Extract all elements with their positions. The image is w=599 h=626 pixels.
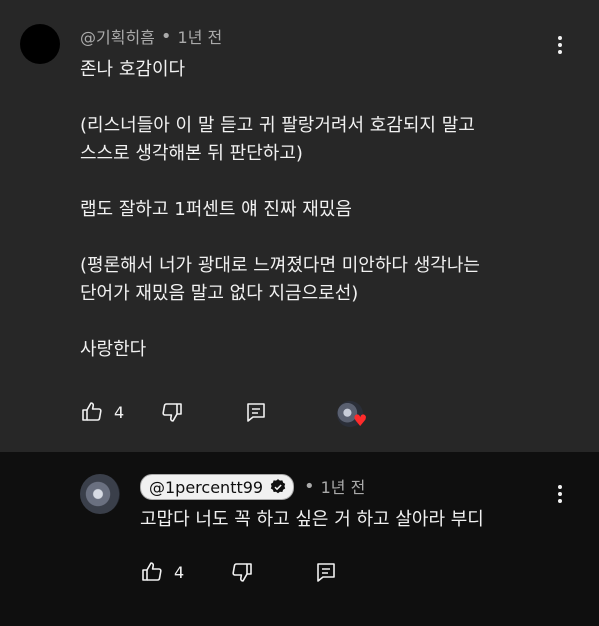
reply-time[interactable]: 1년 전 xyxy=(321,474,366,498)
avatar[interactable] xyxy=(80,474,120,514)
more-vert-icon[interactable] xyxy=(548,482,572,506)
reply-author: @1percentt99 xyxy=(149,477,264,497)
comment-line: 스스로 생각해본 뒤 판단하고) xyxy=(80,143,303,164)
reply-body: 고맙다 너도 꼭 하고 싶은 거 하고 살아라 부디 xyxy=(140,509,484,530)
comment-meta: @기획히흠 • 1년 전 xyxy=(80,24,222,48)
comment-line: 사랑한다 xyxy=(80,339,147,360)
thumbs-down-icon[interactable] xyxy=(230,560,254,584)
comment-body: 존나 호감이다 (리스너들아 이 말 듣고 귀 팔랑거려서 호감되지 말고 스스… xyxy=(80,56,560,364)
comment-line: 단어가 재밌음 말고 없다 지금으로선) xyxy=(80,283,359,304)
separator-dot: • xyxy=(160,25,172,47)
reply-meta: • 1년 전 xyxy=(304,474,365,498)
comment-line: 랩도 잘하고 1퍼센트 얘 진짜 재밌음 xyxy=(80,199,352,220)
separator-dot: • xyxy=(304,475,315,497)
reply-icon[interactable] xyxy=(244,400,268,424)
comment-time[interactable]: 1년 전 xyxy=(178,24,223,48)
comment-line: 존나 호감이다 xyxy=(80,59,186,80)
verified-check-icon xyxy=(269,478,287,496)
avatar[interactable] xyxy=(20,24,60,64)
comment-line: (리스너들아 이 말 듣고 귀 팔랑거려서 호감되지 말고 xyxy=(80,115,475,136)
comment-card: @기획히흠 • 1년 전 존나 호감이다 (리스너들아 이 말 듣고 귀 팔랑거… xyxy=(0,0,599,452)
like-count: 4 xyxy=(114,402,125,422)
more-vert-icon[interactable] xyxy=(548,33,572,57)
like-count: 4 xyxy=(174,562,185,582)
author-chip[interactable]: @1percentt99 xyxy=(140,474,295,500)
heart-icon: ♥ xyxy=(353,411,368,430)
reply-icon[interactable] xyxy=(314,560,338,584)
comment-line: (평론해서 너가 광대로 느껴졌다면 미안하다 생각나는 xyxy=(80,255,480,276)
thumbs-down-icon[interactable] xyxy=(160,400,184,424)
reply-actions: 4 xyxy=(140,560,338,584)
comment-actions: 4 xyxy=(80,400,268,424)
creator-heart-badge[interactable]: ♥ xyxy=(337,401,367,431)
thumbs-up-icon[interactable] xyxy=(80,400,104,424)
thumbs-up-icon[interactable] xyxy=(140,560,164,584)
comment-author[interactable]: @기획히흠 xyxy=(80,24,155,48)
